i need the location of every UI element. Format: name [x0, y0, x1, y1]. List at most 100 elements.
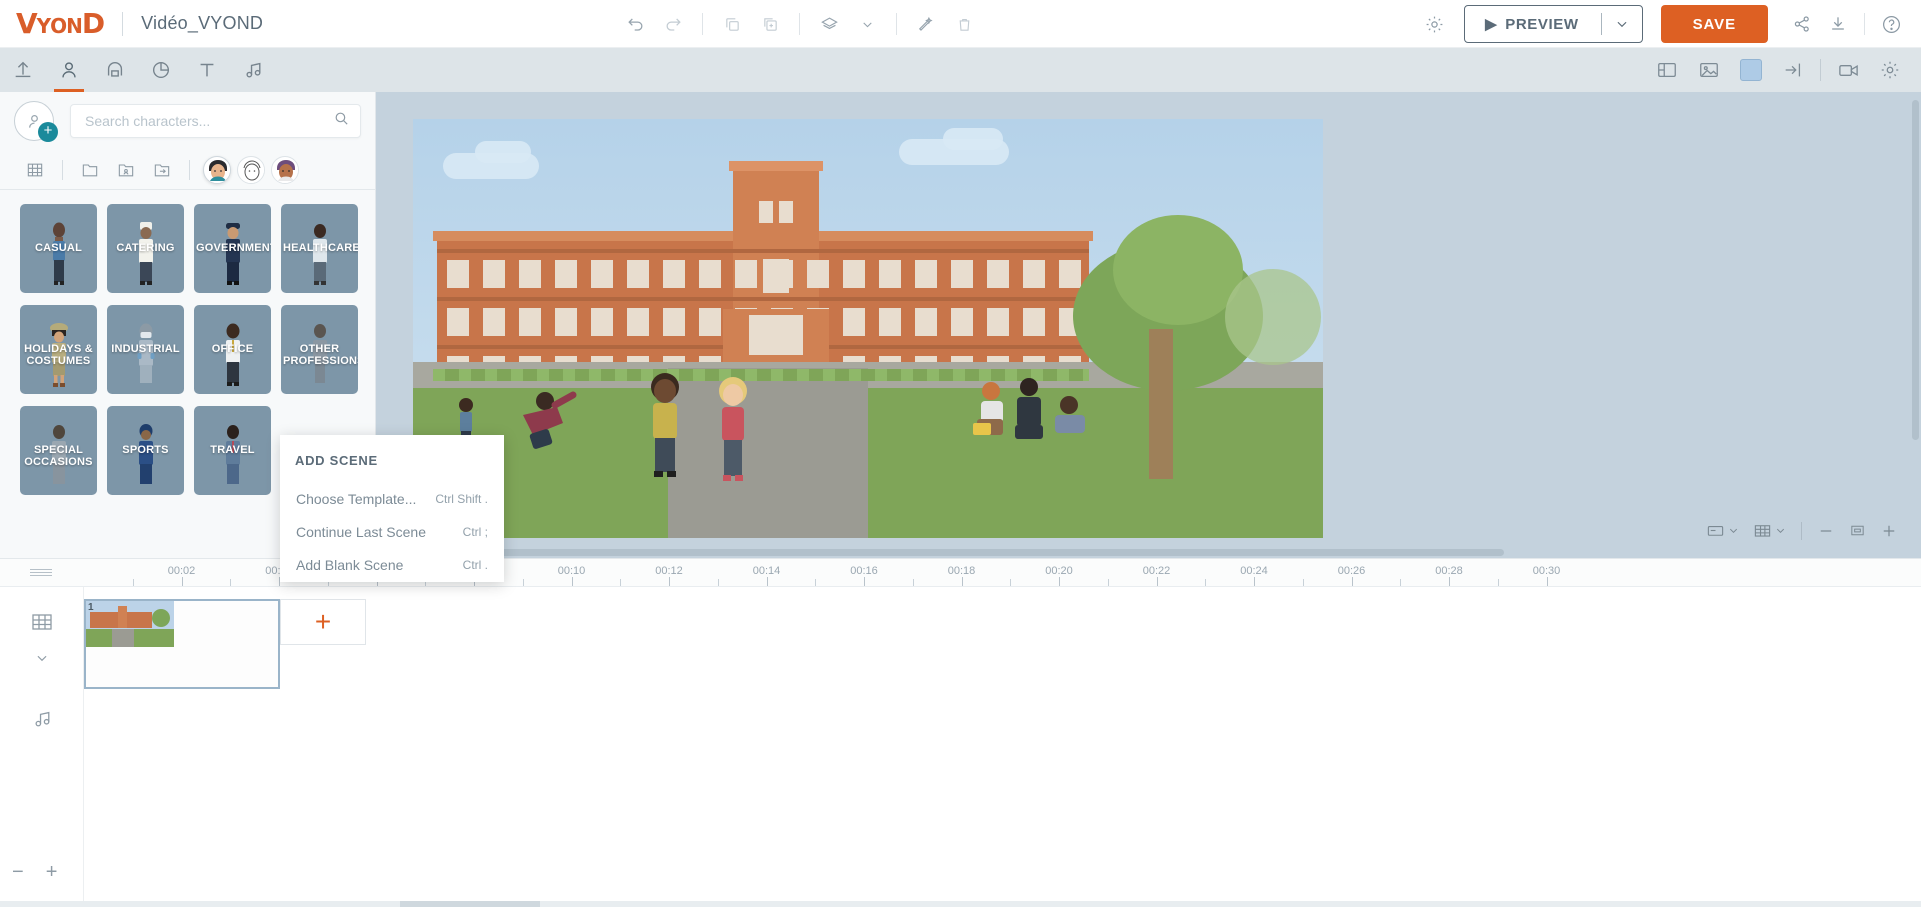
window-row	[433, 260, 1089, 288]
scenes-grid-icon[interactable]	[0, 599, 84, 645]
timeline-scrollbar-thumb[interactable]	[400, 901, 540, 907]
menu-item-add-blank-scene[interactable]: Add Blank Scene Ctrl .	[280, 548, 504, 581]
search-characters-box[interactable]	[70, 104, 361, 138]
grid-icon[interactable]	[18, 153, 52, 187]
enter-arrow-icon[interactable]	[1772, 48, 1814, 92]
ruler-tick	[864, 577, 865, 586]
search-input[interactable]	[85, 113, 333, 129]
fit-screen-icon[interactable]	[1844, 518, 1871, 543]
camera-icon[interactable]	[1827, 48, 1869, 92]
canvas-stage[interactable]	[376, 92, 1921, 558]
scene-strip[interactable]: 1	[84, 599, 280, 689]
tool-text[interactable]	[184, 48, 230, 92]
preview-dropdown-caret[interactable]	[1602, 6, 1642, 42]
folder-arrow-icon[interactable]	[145, 153, 179, 187]
category-figure	[312, 224, 327, 285]
menu-item-continue-last-scene[interactable]: Continue Last Scene Ctrl ;	[280, 515, 504, 548]
category-tile[interactable]: HOLIDAYS & COSTUMES	[20, 305, 97, 394]
category-tile[interactable]: OFFICE	[194, 305, 271, 394]
category-tile[interactable]: TRAVEL	[194, 406, 271, 495]
menu-item-label: Choose Template...	[296, 490, 417, 507]
category-tile[interactable]: OTHER PROFESSIONS	[281, 305, 358, 394]
folder-person-icon[interactable]	[109, 153, 143, 187]
scene-character[interactable]	[713, 375, 753, 485]
library-filter-row	[0, 150, 375, 190]
top-center-tools	[618, 0, 981, 48]
play-icon: ▶	[1485, 16, 1498, 33]
download-icon[interactable]	[1820, 6, 1856, 42]
ruler-label: 00:10	[557, 565, 586, 577]
category-label: HOLIDAYS & COSTUMES	[24, 343, 93, 367]
tool-props[interactable]	[92, 48, 138, 92]
ruler-tick-minor	[1107, 579, 1109, 586]
category-label: CATERING	[116, 242, 175, 254]
style-contemporary[interactable]	[203, 155, 231, 184]
timeline-panel: 00:0200:0400:0600:0800:1000:1200:1400:16…	[0, 558, 1921, 907]
tool-characters[interactable]	[46, 48, 92, 92]
category-label: TRAVEL	[210, 444, 255, 456]
vyond-logo[interactable]: VYOND	[16, 7, 105, 40]
tool-upload[interactable]	[0, 48, 46, 92]
grid-table-icon[interactable]	[1748, 517, 1791, 544]
help-icon[interactable]	[1873, 6, 1909, 42]
grid-layout-icon[interactable]	[1646, 48, 1688, 92]
timeline-zoom-in-icon[interactable]: +	[46, 861, 58, 884]
ruler-tick-minor	[1010, 579, 1012, 586]
category-tile[interactable]: HEALTHCARE	[281, 204, 358, 293]
scene-character[interactable]	[505, 387, 579, 449]
share-icon[interactable]	[1784, 6, 1820, 42]
ruler-drag-handle[interactable]	[30, 569, 52, 577]
tool-audio[interactable]	[230, 48, 276, 92]
copy-icon[interactable]	[715, 7, 749, 41]
timeline-tracks: 1 + − +	[0, 587, 1921, 907]
save-button[interactable]: SAVE	[1660, 5, 1768, 43]
redo-icon[interactable]	[656, 7, 690, 41]
audio-track-icon[interactable]	[0, 699, 84, 739]
add-character-icon[interactable]: +	[14, 101, 58, 142]
chevron-down-icon[interactable]	[850, 7, 884, 41]
style-whiteboard[interactable]	[237, 155, 265, 184]
menu-item-choose-template[interactable]: Choose Template... Ctrl Shift .	[280, 482, 504, 515]
scene-character-group[interactable]	[973, 375, 1093, 451]
color-swatch[interactable]	[1730, 48, 1772, 92]
aspect-ratio-icon[interactable]	[1701, 517, 1744, 544]
category-tile[interactable]: CASUAL	[20, 204, 97, 293]
category-tile[interactable]: GOVERNMENT	[194, 204, 271, 293]
scene-thumbnail[interactable]	[86, 601, 174, 647]
category-tile[interactable]: SPORTS	[107, 406, 184, 495]
add-scene-button[interactable]: +	[280, 599, 366, 645]
magic-wand-icon[interactable]	[909, 7, 943, 41]
scenes-collapse-caret[interactable]	[0, 645, 84, 671]
timeline-zoom-out-icon[interactable]: −	[12, 861, 24, 884]
preview-button[interactable]: ▶ PREVIEW	[1465, 6, 1601, 42]
tool-charts[interactable]	[138, 48, 184, 92]
layers-icon[interactable]	[812, 7, 846, 41]
category-tile[interactable]: INDUSTRIAL	[107, 305, 184, 394]
style-business-friendly[interactable]	[271, 155, 299, 184]
gear-icon[interactable]	[1416, 6, 1452, 42]
image-icon[interactable]	[1688, 48, 1730, 92]
zoom-in-icon[interactable]	[1875, 518, 1903, 544]
category-tile[interactable]: SPECIAL OCCASIONS	[20, 406, 97, 495]
scene-settings-gear-icon[interactable]	[1869, 48, 1911, 92]
ruler-tick-minor	[1497, 579, 1499, 586]
ruler-tick-minor	[230, 579, 232, 586]
canvas-horizontal-scrollbar[interactable]	[384, 549, 1504, 556]
undo-icon[interactable]	[618, 7, 652, 41]
category-tile[interactable]: CATERING	[107, 204, 184, 293]
scene-canvas[interactable]	[413, 119, 1323, 538]
add-plus-badge[interactable]: +	[38, 122, 58, 142]
folder-icon[interactable]	[73, 153, 107, 187]
search-icon[interactable]	[333, 110, 350, 132]
trash-icon[interactable]	[947, 7, 981, 41]
background-color-chip[interactable]	[1740, 59, 1762, 81]
canvas-vertical-scrollbar[interactable]	[1912, 100, 1919, 440]
duplicate-icon[interactable]	[753, 7, 787, 41]
scene-character[interactable]	[645, 371, 685, 479]
tools-divider-3	[896, 13, 897, 35]
timeline-scrollbar[interactable]	[0, 901, 1921, 907]
category-figure	[225, 223, 240, 285]
add-scene-context-menu[interactable]: ADD SCENE Choose Template... Ctrl Shift …	[280, 435, 504, 582]
zoom-out-icon[interactable]	[1812, 518, 1840, 544]
document-title[interactable]: Vidéo_VYOND	[141, 13, 263, 34]
